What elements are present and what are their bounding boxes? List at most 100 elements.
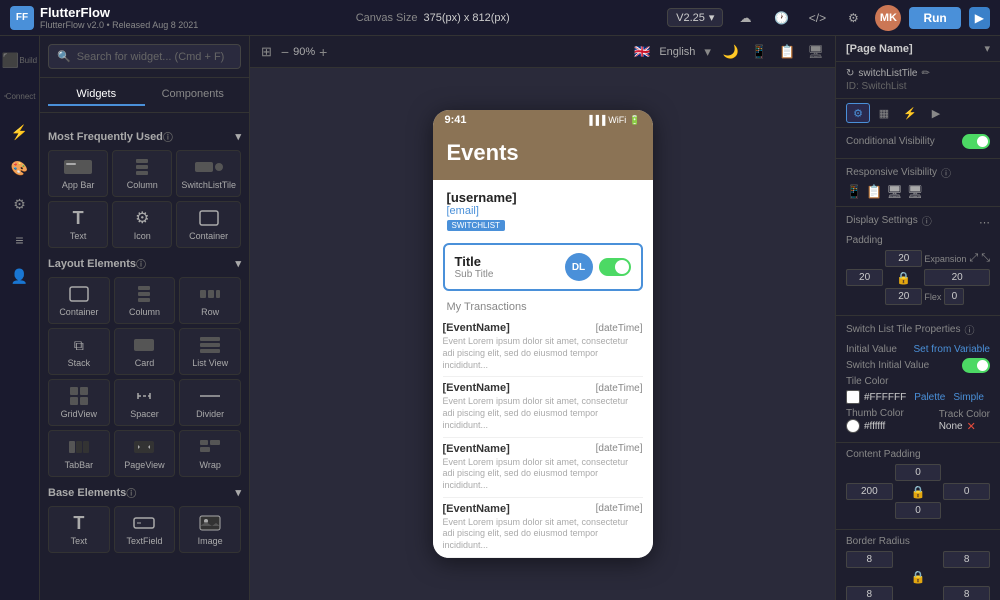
rp-display-menu[interactable]: ⋯: [979, 216, 990, 229]
tablet-vis-icon[interactable]: 📋: [866, 184, 882, 200]
icon-widget-icon: ⚙: [126, 208, 158, 228]
puzzle-icon[interactable]: ⚙: [839, 4, 867, 32]
canvas-tool-icon[interactable]: ⊞: [258, 41, 275, 63]
track-color-reset[interactable]: ✕: [967, 420, 976, 433]
section-collapse-icon[interactable]: ▾: [235, 130, 241, 143]
pad-top[interactable]: 20: [885, 250, 922, 267]
dark-mode-icon[interactable]: 🌙: [720, 41, 742, 63]
widget-text2[interactable]: T Text: [48, 506, 110, 553]
tab-components[interactable]: Components: [145, 84, 242, 106]
expand-icon2[interactable]: ⤡: [981, 252, 990, 265]
desktop-lg-vis-icon[interactable]: 🖥: [907, 184, 924, 200]
widget-app-bar-label: App Bar: [62, 180, 95, 190]
widget-switchlisttile[interactable]: SwitchListTile: [176, 150, 241, 197]
widget-container[interactable]: Container: [176, 201, 241, 248]
mobile-vis-icon[interactable]: 📱: [846, 184, 862, 200]
edit-icon[interactable]: ✏: [921, 68, 929, 79]
widget-image[interactable]: Image: [179, 506, 241, 553]
widget-text[interactable]: T Text: [48, 201, 108, 248]
tile-color-swatch[interactable]: [846, 390, 860, 404]
widget-divider[interactable]: Divider: [179, 379, 241, 426]
rp-set-from-variable[interactable]: Set from Variable: [913, 344, 990, 355]
run-button[interactable]: Run: [909, 7, 960, 29]
rp-switch-initial-label: Switch Initial Value: [846, 360, 929, 371]
expand-icon1[interactable]: ⤢: [969, 252, 978, 265]
pad-bottom[interactable]: 20: [885, 288, 922, 305]
component-label: switchListTile: [858, 68, 917, 79]
play-button[interactable]: ▶: [969, 7, 990, 29]
event-desc-0: Event Lorem ipsum dolor sit amet, consec…: [443, 336, 643, 371]
widget-listview[interactable]: List View: [179, 328, 241, 375]
sidebar-icon-user[interactable]: 👤: [4, 260, 36, 292]
phone-time: 9:41: [445, 114, 467, 126]
clock-icon[interactable]: 🕐: [767, 4, 795, 32]
search-input[interactable]: 🔍 Search for widget... (Cmd + F): [48, 44, 241, 69]
event-date-1: [dateTime]: [596, 383, 643, 394]
rp-tab-play[interactable]: ▶: [924, 103, 948, 123]
desktop-sm-vis-icon[interactable]: 🖥: [886, 184, 903, 200]
widget-wrap[interactable]: Wrap: [179, 430, 241, 477]
cp-bottom[interactable]: 0: [895, 502, 942, 519]
language-chevron[interactable]: ▾: [701, 41, 714, 63]
sidebar-icon-layers[interactable]: ≡: [4, 224, 36, 256]
rp-tab-layout[interactable]: ▦: [872, 103, 896, 123]
widget-app-bar[interactable]: App Bar: [48, 150, 108, 197]
widget-stack[interactable]: ⧉ Stack: [48, 328, 110, 375]
widget-spacer[interactable]: Spacer: [114, 379, 176, 426]
sidebar-icon-theme[interactable]: 🎨: [4, 152, 36, 184]
pad-right[interactable]: 20: [924, 269, 990, 286]
canvas-toolbar: ⊞ − 90% + 🇬🇧 English ▾ 🌙 📱 📋 🖥: [250, 36, 835, 68]
palette-btn[interactable]: Palette: [914, 392, 945, 403]
widget-card[interactable]: Card: [114, 328, 176, 375]
widget-row[interactable]: Row: [179, 277, 241, 324]
phone-header: Events: [433, 130, 653, 180]
desktop-icon[interactable]: 🖥: [804, 41, 827, 63]
widget-container2[interactable]: Container: [48, 277, 110, 324]
flag-icon[interactable]: 🇬🇧: [631, 41, 653, 63]
tab-widgets[interactable]: Widgets: [48, 84, 145, 106]
cond-vis-toggle[interactable]: [962, 134, 990, 149]
widget-tabbar[interactable]: TabBar: [48, 430, 110, 477]
switch-initial-toggle[interactable]: [962, 358, 990, 373]
flex-value[interactable]: 0: [944, 288, 964, 305]
tablet-icon[interactable]: 📋: [776, 41, 798, 63]
rp-tab-properties[interactable]: ⚙: [846, 103, 870, 123]
rp-chevron[interactable]: ▾: [984, 42, 990, 55]
br-bl[interactable]: 8: [846, 586, 893, 600]
widget-textfield[interactable]: TextField: [114, 506, 176, 553]
thumb-swatch[interactable]: [846, 419, 860, 433]
phone-icon[interactable]: 📱: [748, 41, 770, 63]
sidebar-icon-build[interactable]: ⬛ Build: [4, 44, 36, 76]
sidebar-icon-logic[interactable]: ⚡: [4, 116, 36, 148]
toggle-switch[interactable]: [599, 258, 631, 276]
border-radius-grid: 8 8 🔒 8 8: [846, 551, 990, 600]
sidebar-icon-settings[interactable]: ⚙: [4, 188, 36, 220]
event-name-1: [EventName]: [443, 382, 510, 394]
cp-left[interactable]: 200: [846, 483, 893, 500]
cp-lock[interactable]: 🔒: [895, 483, 942, 500]
pad-left[interactable]: 20: [846, 269, 883, 286]
widget-column2[interactable]: Column: [114, 277, 176, 324]
zoom-plus-btn[interactable]: +: [319, 44, 327, 60]
br-lock[interactable]: 🔒: [895, 570, 942, 584]
br-tl[interactable]: 8: [846, 551, 893, 568]
section-base-collapse[interactable]: ▾: [235, 486, 241, 499]
pad-lock[interactable]: 🔒: [885, 269, 922, 286]
simple-btn[interactable]: Simple: [953, 392, 984, 403]
br-br[interactable]: 8: [943, 586, 990, 600]
sidebar-icon-connect[interactable]: Connect: [4, 80, 36, 112]
widget-column[interactable]: Column: [112, 150, 172, 197]
br-tr[interactable]: 8: [943, 551, 990, 568]
version-badge[interactable]: V2.25 ▾: [667, 8, 723, 27]
widget-icon[interactable]: ⚙ Icon: [112, 201, 172, 248]
zoom-minus-btn[interactable]: −: [281, 44, 289, 60]
rp-tab-actions[interactable]: ⚡: [898, 103, 922, 123]
section-layout-collapse[interactable]: ▾: [235, 257, 241, 270]
widget-pageview[interactable]: PageView: [114, 430, 176, 477]
cp-top[interactable]: 0: [895, 464, 942, 481]
cloud-icon[interactable]: ☁: [731, 4, 759, 32]
event-name-3: [EventName]: [443, 503, 510, 515]
widget-gridview[interactable]: GridView: [48, 379, 110, 426]
code-icon[interactable]: </>: [803, 4, 831, 32]
cp-right[interactable]: 0: [943, 483, 990, 500]
